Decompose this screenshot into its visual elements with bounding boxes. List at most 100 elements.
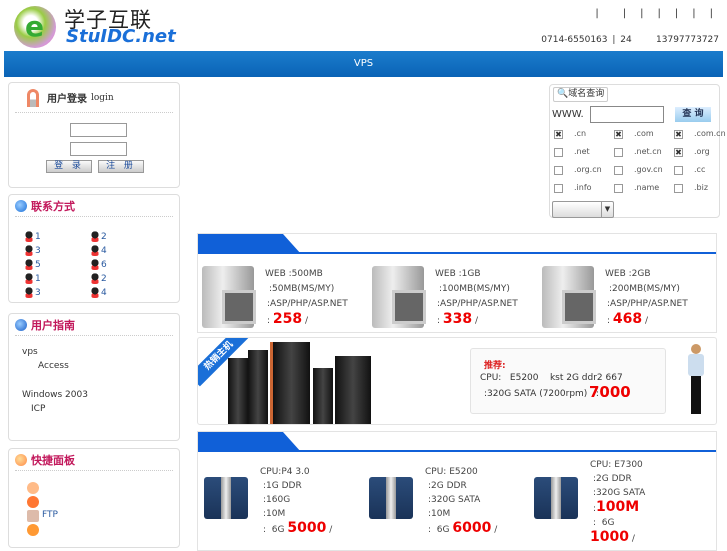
domain-search-button[interactable]: 查 询 bbox=[675, 107, 711, 122]
plan-price: 258 bbox=[272, 311, 303, 327]
server-plan[interactable]: CPU: E7300 :2G DDR :320G SATA :100M : 6G… bbox=[590, 458, 645, 546]
extension-checkbox[interactable]: ✖ bbox=[614, 130, 623, 139]
extension-checkbox[interactable] bbox=[614, 148, 623, 157]
server-rack-image bbox=[270, 342, 310, 424]
extension-checkbox[interactable]: ✖ bbox=[674, 130, 683, 139]
domain-tab-label: 域名查询 bbox=[568, 89, 605, 99]
recommend-spec: CPU: E5200 kst 2G ddr2 667 bbox=[480, 373, 623, 383]
contact-title: 联系方式 bbox=[31, 199, 75, 213]
server-box-image bbox=[369, 477, 413, 519]
server-tab[interactable] bbox=[198, 432, 301, 452]
login-title-en: login bbox=[91, 92, 114, 103]
top-links: | | | | | | | bbox=[595, 8, 713, 19]
plan-price: 468 bbox=[612, 311, 643, 327]
hosting-plan[interactable]: WEB :1GB :100MB(MS/MY) :ASP/PHP/ASP.NET … bbox=[435, 267, 518, 329]
register-button[interactable]: 注 册 bbox=[98, 160, 144, 173]
bulb-icon[interactable] bbox=[27, 482, 39, 494]
extension-checkbox[interactable] bbox=[674, 184, 683, 193]
top-link[interactable]: | bbox=[692, 8, 695, 19]
qq-contact[interactable]: 1 bbox=[24, 273, 41, 284]
qq-contact[interactable]: 4 bbox=[90, 287, 107, 298]
hot-sale-banner: 热销主机 推荐: CPU: E5200 kst 2G ddr2 667 :320… bbox=[197, 337, 717, 425]
extension-checkbox[interactable]: ✖ bbox=[554, 130, 563, 139]
phone-info: 0714-6550163 | 24 13797773727 bbox=[541, 35, 719, 45]
server-plan[interactable]: CPU:P4 3.0 :1G DDR :160G :10M : 6G 5000 … bbox=[260, 465, 332, 537]
extension-checkbox[interactable] bbox=[674, 166, 683, 175]
price-suffix: / bbox=[305, 316, 309, 326]
extension-label: .org.cn bbox=[574, 165, 602, 174]
qq-penguin-icon bbox=[90, 231, 100, 242]
price-suffix: / bbox=[494, 525, 498, 535]
server-price: 5000 bbox=[287, 520, 327, 536]
ftp-link[interactable]: FTP bbox=[42, 510, 58, 520]
qq-contact[interactable]: 3 bbox=[24, 287, 41, 298]
site-logo[interactable]: e 学子互联 StuIDC.net bbox=[14, 4, 184, 48]
contact-panel: 联系方式 1 2 3 4 5 6 1 2 3 4 bbox=[8, 194, 180, 303]
server-section: CPU:P4 3.0 :1G DDR :160G :10M : 6G 5000 … bbox=[197, 431, 717, 551]
qq-label: 1 bbox=[35, 273, 41, 284]
hosting-plan[interactable]: WEB :500MB :50MB(MS/MY) :ASP/PHP/ASP.NET… bbox=[265, 267, 348, 329]
guide-link[interactable]: vps bbox=[22, 347, 38, 357]
nav-item-vps[interactable]: VPS bbox=[354, 58, 373, 69]
qq-label: 5 bbox=[35, 259, 41, 270]
qq-penguin-icon bbox=[24, 287, 34, 298]
login-button[interactable]: 登 录 bbox=[46, 160, 92, 173]
password-input[interactable] bbox=[70, 142, 127, 156]
guide-link[interactable]: Access bbox=[38, 361, 69, 371]
plan-space: WEB :2GB bbox=[605, 269, 651, 279]
price-suffix: / bbox=[645, 316, 649, 326]
qq-label: 4 bbox=[101, 287, 107, 298]
plan-db: :200MB(MS/MY) bbox=[609, 284, 680, 294]
top-link[interactable]: | bbox=[710, 8, 713, 19]
qq-contact[interactable]: 5 bbox=[24, 259, 41, 270]
server-price: 1000 bbox=[590, 529, 629, 545]
hosting-tab[interactable] bbox=[198, 234, 301, 254]
alert-icon[interactable] bbox=[27, 496, 39, 508]
server-ram: :1G DDR bbox=[263, 481, 302, 491]
qq-penguin-icon bbox=[24, 273, 34, 284]
top-link[interactable]: | bbox=[640, 8, 643, 19]
logo-e-icon: e bbox=[14, 6, 56, 48]
guide-title: 用户指南 bbox=[31, 318, 75, 332]
extension-checkbox[interactable] bbox=[614, 184, 623, 193]
qq-contact[interactable]: 1 bbox=[24, 231, 41, 242]
qq-contact[interactable]: 6 bbox=[90, 259, 107, 270]
extension-label: .com bbox=[634, 129, 654, 138]
qq-contact[interactable]: 3 bbox=[24, 245, 41, 256]
top-link[interactable]: | bbox=[658, 8, 661, 19]
username-input[interactable] bbox=[70, 123, 127, 137]
recommend-box[interactable]: 推荐: CPU: E5200 kst 2G ddr2 667 :320G SAT… bbox=[470, 348, 666, 414]
extension-checkbox[interactable] bbox=[554, 166, 563, 175]
lock-icon bbox=[27, 88, 39, 107]
top-link[interactable]: | bbox=[623, 8, 626, 19]
quick-panel: 快捷面板 FTP bbox=[8, 448, 180, 548]
extension-checkbox[interactable] bbox=[554, 184, 563, 193]
qq-penguin-icon bbox=[90, 245, 100, 256]
price-prefix: : bbox=[607, 316, 611, 326]
top-link[interactable]: | bbox=[675, 8, 678, 19]
qq-penguin-icon bbox=[24, 259, 34, 270]
domain-select[interactable]: ▼ bbox=[552, 201, 614, 218]
server-plan[interactable]: CPU: E5200 :2G DDR :320G SATA :10M : 6G … bbox=[425, 465, 497, 537]
ftp-icon[interactable] bbox=[27, 510, 39, 522]
extension-checkbox[interactable]: ✖ bbox=[674, 148, 683, 157]
domain-input[interactable] bbox=[590, 106, 664, 123]
qq-penguin-icon bbox=[90, 273, 100, 284]
price-suffix: / bbox=[475, 316, 479, 326]
extension-checkbox[interactable] bbox=[614, 166, 623, 175]
search-icon: 🔍 bbox=[557, 89, 569, 99]
server-bandwidth-value: 100M bbox=[596, 499, 640, 515]
qq-contact[interactable]: 2 bbox=[90, 231, 107, 242]
extension-label: .net.cn bbox=[634, 147, 662, 156]
extension-checkbox[interactable] bbox=[554, 148, 563, 157]
tool-icon[interactable] bbox=[27, 524, 39, 536]
top-link[interactable]: | bbox=[595, 8, 598, 19]
recommend-price: 7000 bbox=[589, 383, 631, 401]
guide-link[interactable]: ICP bbox=[31, 404, 45, 414]
guide-link[interactable]: Windows 2003 bbox=[22, 390, 88, 400]
server-bandwidth: :10M bbox=[428, 509, 451, 519]
qq-contact[interactable]: 2 bbox=[90, 273, 107, 284]
domain-tab[interactable]: 🔍域名查询 bbox=[553, 87, 609, 102]
qq-contact[interactable]: 4 bbox=[90, 245, 107, 256]
hosting-plan[interactable]: WEB :2GB :200MB(MS/MY) :ASP/PHP/ASP.NET … bbox=[605, 267, 688, 329]
